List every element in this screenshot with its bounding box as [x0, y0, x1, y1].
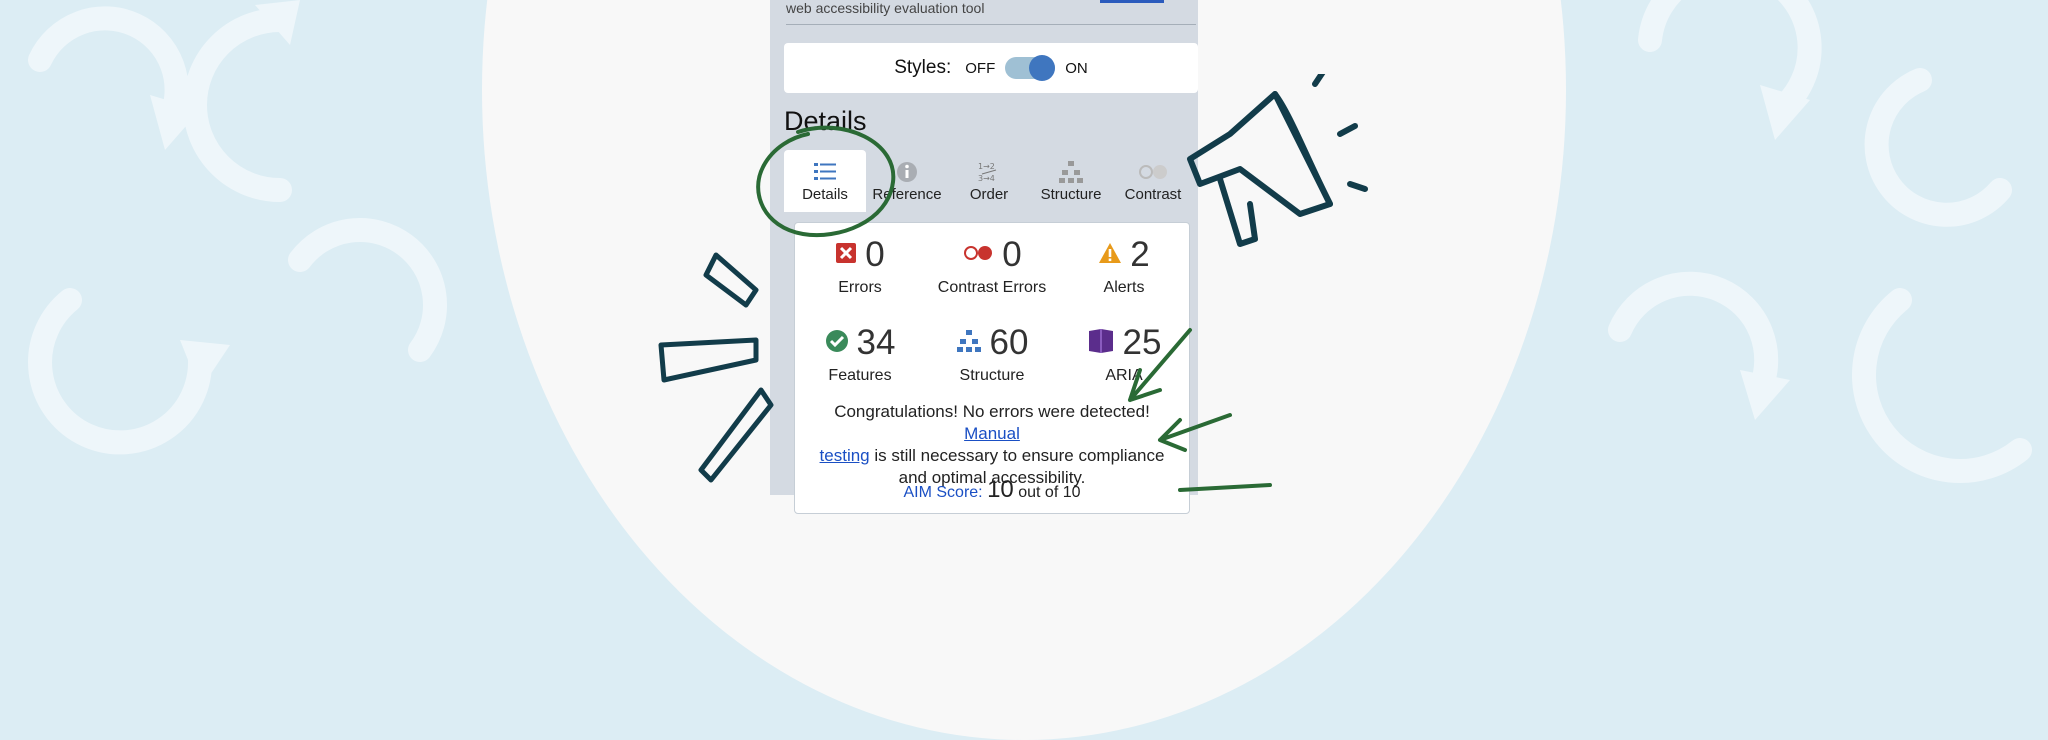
wave-sidebar-panel: web accessibility evaluation tool Styles…: [770, 0, 1198, 514]
tab-bar: Details Reference 1→2 3→4 Order Structur…: [784, 150, 1198, 212]
stat-label: Alerts: [1103, 279, 1145, 296]
stat-count: 0: [1002, 235, 1022, 274]
tab-label: Structure: [1040, 186, 1102, 203]
stat-label: ARIA: [1105, 367, 1143, 384]
tab-label: Reference: [872, 186, 942, 203]
section-title: Details: [784, 106, 867, 136]
feature-icon: [825, 329, 849, 358]
styles-on-label: ON: [1065, 59, 1088, 77]
info-icon: [866, 158, 948, 186]
tab-label: Contrast: [1124, 186, 1182, 203]
structure-icon: [956, 329, 982, 358]
tab-label: Order: [969, 186, 1009, 203]
aim-score-suffix: out of 10: [1018, 484, 1081, 501]
aim-score-value: 10: [987, 476, 1014, 503]
contrast-icon: [1112, 158, 1194, 186]
styles-toggle-switch[interactable]: [1005, 55, 1056, 81]
stat-label: Features: [828, 367, 892, 384]
tab-order[interactable]: 1→2 3→4 Order: [948, 150, 1030, 212]
stat-count: 34: [856, 323, 896, 362]
tab-contrast[interactable]: Contrast: [1112, 150, 1194, 212]
stat-label: Errors: [838, 279, 882, 296]
header-link-underline[interactable]: [1100, 0, 1164, 3]
contrast-error-icon: [962, 245, 994, 266]
tab-reference[interactable]: Reference: [866, 150, 948, 212]
congrats-text: Congratulations! No errors were detected…: [834, 402, 1150, 421]
stat-label: Contrast Errors: [937, 279, 1047, 296]
aria-icon: [1087, 327, 1115, 360]
tab-structure[interactable]: Structure: [1030, 150, 1112, 212]
stat-alerts[interactable]: 2 Alerts: [1059, 235, 1189, 297]
aim-score-label[interactable]: AIM Score:: [903, 484, 982, 501]
stat-label: Structure: [959, 367, 1025, 384]
order-icon: 1→2 3→4: [948, 158, 1030, 186]
stat-aria[interactable]: 25 ARIA: [1059, 323, 1189, 385]
tool-description: web accessibility evaluation tool: [786, 0, 985, 16]
stat-count: 25: [1122, 323, 1162, 362]
styles-label: Styles:: [894, 57, 952, 78]
error-icon: [835, 242, 857, 269]
stat-errors[interactable]: 0 Errors: [795, 235, 925, 297]
header-divider: [786, 24, 1196, 25]
svg-text:1→2: 1→2: [978, 162, 995, 171]
summary-card: 0 Errors 0 Contrast Errors 2 Alerts 34 F…: [794, 222, 1190, 514]
tab-label: Details: [802, 186, 848, 203]
aim-score: AIM Score: 10 out of 10: [795, 476, 1189, 504]
tab-details[interactable]: Details: [784, 150, 866, 212]
styles-off-label: OFF: [965, 59, 996, 77]
stat-contrast-errors[interactable]: 0 Contrast Errors: [927, 235, 1057, 297]
svg-text:3→4: 3→4: [978, 174, 995, 183]
stat-count: 0: [865, 235, 885, 274]
stat-count: 60: [989, 323, 1029, 362]
stat-structure[interactable]: 60 Structure: [927, 323, 1057, 385]
styles-toggle-bar: Styles: OFF ON: [784, 43, 1198, 93]
stat-features[interactable]: 34 Features: [795, 323, 925, 385]
stat-count: 2: [1130, 235, 1150, 274]
hierarchy-icon: [1030, 158, 1112, 186]
alert-icon: [1098, 242, 1122, 269]
toggle-knob[interactable]: [1029, 55, 1056, 81]
list-icon: [784, 158, 866, 186]
